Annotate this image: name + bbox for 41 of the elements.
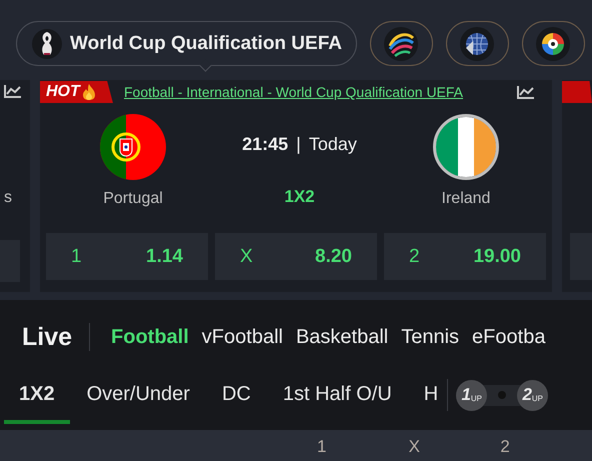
competition-link[interactable]: Football - International - World Cup Qualification UEFA bbox=[124, 84, 464, 100]
market-tab[interactable]: Over/Under bbox=[72, 366, 205, 424]
sport-tab[interactable]: Football bbox=[111, 326, 189, 348]
up-badge: 1UP bbox=[456, 380, 488, 410]
up-badge: 2UP bbox=[517, 380, 548, 410]
swirl-logo-icon bbox=[383, 26, 420, 62]
column-header: 1 bbox=[317, 437, 328, 457]
team-name: Ireland bbox=[442, 190, 490, 208]
odds-button[interactable]: X 8.20 bbox=[215, 233, 377, 280]
hot-badge: HOT bbox=[40, 81, 113, 103]
league-button[interactable] bbox=[522, 21, 585, 66]
flame-icon bbox=[82, 83, 96, 101]
market-tab[interactable]: 1st Half O/U bbox=[268, 366, 407, 424]
sport-tab[interactable]: eFootba bbox=[472, 326, 546, 348]
globe-icon bbox=[459, 26, 496, 62]
sport-tab[interactable]: Tennis bbox=[401, 326, 460, 348]
chart-icon[interactable] bbox=[4, 84, 22, 98]
column-header: X bbox=[408, 437, 422, 457]
league-title: World Cup Qualification UEFA bbox=[70, 32, 342, 54]
ball-icon bbox=[535, 26, 572, 62]
market-label: 1X2 bbox=[284, 187, 315, 207]
goal-toggle[interactable]: 1UP 2UP bbox=[456, 380, 548, 410]
league-button[interactable] bbox=[370, 21, 433, 66]
market-tab[interactable]: H bbox=[408, 366, 454, 424]
market-tab[interactable]: DC bbox=[206, 366, 266, 424]
match-day: Today bbox=[308, 134, 357, 155]
market-tab[interactable]: 1X2 bbox=[4, 366, 70, 424]
sport-tab[interactable]: Basketball bbox=[296, 326, 388, 348]
team-name: Portugal bbox=[103, 190, 163, 208]
trophy-icon bbox=[32, 28, 62, 58]
match-time: 21:45 bbox=[242, 134, 288, 155]
odds-button[interactable]: 2 19.00 bbox=[384, 233, 546, 280]
odds-button[interactable]: 1 1.14 bbox=[46, 233, 208, 280]
sport-tab[interactable]: vFootball bbox=[202, 326, 283, 348]
team-name: s bbox=[4, 189, 12, 208]
separator-text: | bbox=[296, 134, 301, 155]
chart-icon[interactable] bbox=[517, 85, 535, 99]
ireland-flag-icon bbox=[433, 114, 499, 180]
live-heading: Live bbox=[22, 322, 72, 352]
column-header: 2 bbox=[500, 437, 511, 457]
league-button[interactable] bbox=[446, 21, 509, 66]
